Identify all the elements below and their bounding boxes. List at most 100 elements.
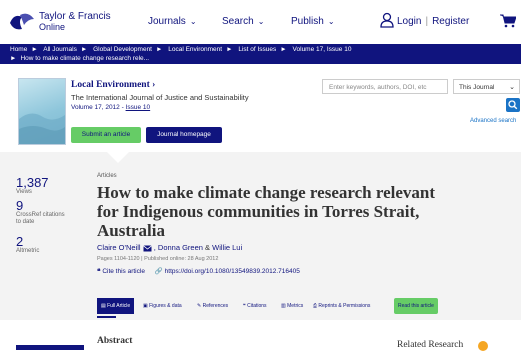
bar-chart-icon: ▥ (281, 303, 286, 309)
breadcrumb-line-1: Home ► All Journals ► Global Development ► … (10, 46, 355, 53)
search-input[interactable]: Enter keywords, authors, DOI, etc (322, 79, 448, 94)
search-icon (508, 100, 518, 110)
account-links: Login | Register (397, 16, 469, 27)
metric-value: 1,387 (16, 175, 49, 190)
author-link[interactable]: Claire O'Neill (97, 243, 141, 252)
metric-label: Views (16, 189, 32, 195)
tab-label: Full Article (107, 303, 131, 309)
doi-link[interactable]: https://doi.org/10.1080/13549839.2012.71… (165, 268, 300, 275)
breadcrumb-current: How to make climate change research rele… (20, 55, 150, 62)
breadcrumb-arrow-icon: ► (226, 46, 233, 53)
article-title: How to make climate change research rele… (97, 183, 436, 240)
journal-volume: Volume 17, 2012 - Issue 10 (71, 104, 150, 111)
advanced-search-link[interactable]: Advanced search (470, 118, 516, 124)
breadcrumb-arrow-icon: ► (31, 46, 38, 53)
tab-metrics[interactable]: ▥ Metrics (281, 298, 303, 314)
email-icon[interactable] (142, 245, 152, 252)
metric-views: 1,387 Views (16, 176, 49, 196)
chevron-down-icon: ⌄ (509, 84, 515, 91)
nav-search[interactable]: Search ⌄ (222, 16, 264, 27)
breadcrumb-local-environment[interactable]: Local Environment (168, 46, 222, 53)
top-bar: Taylor & Francis Online Journals ⌄ Search… (0, 0, 521, 44)
journal-homepage-button[interactable]: Journal homepage (146, 127, 222, 143)
breadcrumb: Home ► All Journals ► Global Development ► … (0, 44, 521, 64)
breadcrumb-arrow-icon: ► (280, 46, 287, 53)
metric-altmetric[interactable]: 2 Altmetric (16, 235, 39, 255)
journal-title-link[interactable]: Local Environment › (71, 80, 155, 90)
breadcrumb-arrow-icon: ► (80, 46, 88, 53)
chevron-right-icon: › (152, 80, 156, 90)
login-link[interactable]: Login (397, 16, 421, 27)
tab-figures-data[interactable]: ▣ Figures & data (143, 298, 182, 314)
nav-search-label: Search (222, 16, 254, 27)
metric-label: CrossRef citations to date (16, 212, 65, 225)
article-actions: ❝ Cite this article 🔗 https://doi.org/10… (97, 267, 300, 275)
breadcrumb-volume-issue[interactable]: Volume 17, Issue 10 (293, 46, 352, 53)
link-icon: 🔗 (154, 268, 163, 275)
cart-icon[interactable] (500, 14, 516, 28)
author-list: Claire O'Neill , Donna Green & Willie Lu… (97, 243, 242, 252)
search-scope-value: This Journal (459, 84, 495, 91)
cite-article-link[interactable]: Cite this article (102, 268, 145, 275)
issue-link[interactable]: Issue 10 (126, 104, 151, 111)
register-link[interactable]: Register (432, 16, 469, 27)
chevron-down-icon: ⌄ (189, 17, 197, 26)
journal-cover-image[interactable] (18, 78, 66, 145)
quote-icon: ❝ (97, 268, 101, 275)
tab-label: Figures & data (149, 303, 182, 309)
account-separator: | (425, 16, 429, 27)
brand-name: Taylor & Francis (39, 11, 111, 22)
article-type: Articles (97, 173, 117, 179)
tab-reprints-permissions[interactable]: ⎙ Reprints & Permissions (313, 298, 370, 314)
author-link[interactable]: Donna Green (158, 243, 203, 252)
read-article-button[interactable]: Read this article (394, 298, 438, 314)
tab-label: Citations (247, 303, 267, 309)
tab-full-article[interactable]: ▤ Full Article (97, 298, 135, 314)
tab-label: Reprints & Permissions (318, 303, 371, 309)
search-scope-select[interactable]: This Journal ⌄ (453, 79, 520, 94)
breadcrumb-all-journals[interactable]: All Journals (43, 46, 77, 53)
cover-art-icon (19, 113, 65, 144)
breadcrumb-list-of-issues[interactable]: List of Issues (238, 46, 276, 53)
pages-published: Pages 1104-1120 | Published online: 28 A… (97, 256, 219, 262)
chevron-down-icon: ⌄ (257, 17, 265, 26)
search-button[interactable] (506, 98, 520, 112)
tab-label: Metrics (287, 303, 304, 309)
nav-journals[interactable]: Journals ⌄ (148, 16, 197, 27)
nav-journals-label: Journals (148, 16, 186, 27)
submit-article-button[interactable]: Submit an article (71, 127, 141, 143)
tab-references[interactable]: ✎ References (197, 298, 228, 314)
breadcrumb-arrow-icon: ► (10, 55, 17, 62)
user-icon[interactable] (380, 12, 394, 28)
abstract-heading: Abstract (97, 336, 133, 346)
author-separator: & (205, 243, 211, 252)
panel-pointer (107, 152, 129, 163)
document-icon: ▤ (101, 303, 106, 309)
breadcrumb-line-2: ► How to make climate change research rel… (10, 55, 153, 62)
printer-icon: ⎙ (313, 303, 318, 309)
nav-publish[interactable]: Publish ⌄ (291, 16, 335, 27)
breadcrumb-global-development[interactable]: Global Development (93, 46, 152, 53)
journal-title: Local Environment (71, 80, 150, 90)
metric-label: Altmetric (16, 248, 40, 254)
active-tab-indicator (97, 316, 116, 318)
metric-value: 2 (16, 234, 24, 249)
author-separator-comma: , (153, 243, 156, 252)
nav-publish-label: Publish (291, 16, 324, 27)
brand-logo[interactable]: Taylor & Francis Online (8, 9, 128, 37)
metric-crossref[interactable]: 9 CrossRef citations to date (16, 199, 68, 226)
image-icon: ▣ (143, 303, 148, 309)
journal-subtitle: The International Journal of Justice and… (71, 93, 249, 102)
pen-icon: ✎ (197, 303, 202, 309)
brand-logo-icon (10, 13, 34, 30)
breadcrumb-home[interactable]: Home (10, 46, 27, 53)
tab-citations[interactable]: ❝ Citations (243, 298, 267, 314)
journal-volume-text: Volume 17, 2012 - (71, 104, 126, 111)
related-research-heading: Related Research (397, 340, 464, 350)
chevron-down-icon: ⌄ (327, 17, 335, 26)
quote-icon: ❝ (243, 303, 246, 309)
author-link[interactable]: Willie Lui (212, 243, 242, 252)
left-accent-bar (16, 345, 84, 350)
tab-label: References (202, 303, 229, 309)
brand-sub: Online (39, 22, 66, 32)
